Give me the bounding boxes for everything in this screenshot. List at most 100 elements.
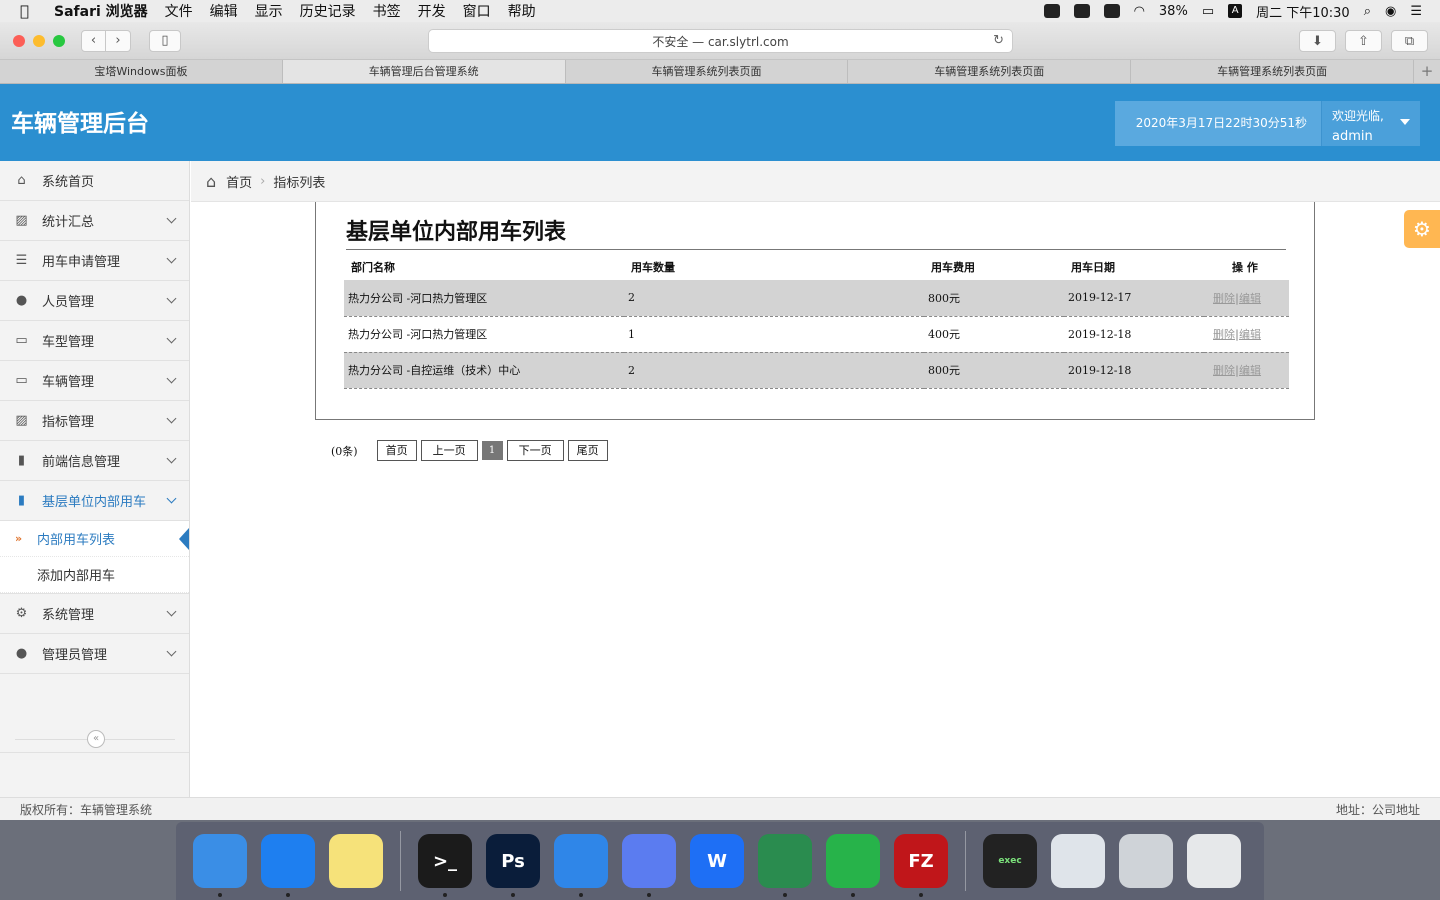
- sidebar-item-label: 指标管理: [42, 415, 95, 430]
- settings-button[interactable]: ⚙: [1404, 210, 1440, 248]
- page-footer: 版权所有：车辆管理系统 地址：公司地址: [0, 797, 1440, 820]
- wechat-status-icon[interactable]: [1043, 4, 1060, 18]
- notes-icon[interactable]: [329, 834, 383, 888]
- tab-list-page-1[interactable]: 车辆管理系统列表页面: [566, 60, 849, 83]
- sidebar-item-label: 系统管理: [42, 608, 95, 623]
- exec-icon[interactable]: exec: [983, 834, 1037, 888]
- window-thumb-icon[interactable]: [1051, 834, 1105, 888]
- sidebar-item-home[interactable]: ⌂ 系统首页: [0, 161, 189, 201]
- dock-icon-label: exec: [998, 856, 1022, 866]
- last-page-button[interactable]: 尾页: [567, 440, 608, 461]
- chevron-down-icon: [166, 646, 177, 657]
- tab-list-page-2[interactable]: 车辆管理系统列表页面: [848, 60, 1132, 83]
- chevron-down-icon: [166, 333, 177, 344]
- edit-link[interactable]: 编辑: [1239, 364, 1261, 377]
- submenu-item-add-internal-car[interactable]: 添加内部用车: [0, 557, 189, 593]
- cogs-icon: ⚙: [15, 606, 28, 621]
- delete-link[interactable]: 删除: [1213, 328, 1235, 341]
- wifi-icon[interactable]: ◠: [1134, 4, 1145, 19]
- cell-cost: 400元: [924, 316, 1064, 353]
- spotlight-search-icon[interactable]: ⌕: [1364, 4, 1371, 19]
- filezilla-icon[interactable]: FZ: [894, 834, 948, 897]
- android-studio-icon[interactable]: [758, 834, 812, 897]
- apple-icon[interactable]: : [20, 2, 38, 20]
- cell-cost: 800元: [924, 352, 1064, 389]
- vpn-status-icon[interactable]: [1103, 4, 1120, 18]
- delete-link[interactable]: 删除: [1213, 364, 1235, 377]
- breadcrumb: ⌂ 首页 › 指标列表: [191, 161, 1440, 202]
- breadcrumb-home-link[interactable]: 首页: [226, 172, 252, 191]
- sidebar-item-indicators[interactable]: ▨ 指标管理: [0, 401, 189, 441]
- next-page-button[interactable]: 下一页: [506, 440, 564, 461]
- sidebar-item-car-models[interactable]: ▭ 车型管理: [0, 321, 189, 361]
- cell-cost: 800元: [924, 280, 1064, 317]
- delete-link[interactable]: 删除: [1213, 292, 1235, 305]
- menu-file[interactable]: 文件: [165, 1, 193, 21]
- sidebar-item-car-requests[interactable]: ☰ 用车申请管理: [0, 241, 189, 281]
- input-source-icon[interactable]: A: [1228, 4, 1243, 18]
- menubar-clock[interactable]: 周二 下午10:30: [1256, 2, 1350, 21]
- battery-percent[interactable]: 38%: [1159, 4, 1188, 19]
- photoshop-icon[interactable]: Ps: [486, 834, 540, 897]
- new-tab-button[interactable]: +: [1414, 60, 1440, 83]
- menu-window[interactable]: 窗口: [463, 1, 491, 21]
- menu-develop[interactable]: 开发: [418, 1, 446, 21]
- edit-link[interactable]: 编辑: [1239, 292, 1261, 305]
- cell-date: 2019-12-18: [1064, 352, 1204, 389]
- xcode-icon[interactable]: [554, 834, 608, 897]
- sidebar-item-frontend-info[interactable]: ▮ 前端信息管理: [0, 441, 189, 481]
- sidebar-toggle-button[interactable]: ▯: [149, 29, 181, 52]
- tab-list-page-3[interactable]: 车辆管理系统列表页面: [1131, 60, 1414, 83]
- dock-separator: [400, 831, 401, 891]
- window-thumb-icon[interactable]: [1119, 834, 1173, 888]
- siri-icon[interactable]: ◉: [1385, 4, 1396, 19]
- cell-actions: 删除|编辑: [1204, 316, 1289, 353]
- cell-date: 2019-12-18: [1064, 316, 1204, 353]
- address-bar[interactable]: 不安全 — car.slytrl.com ↻: [428, 29, 1013, 53]
- user-menu-button[interactable]: 欢迎光临, admin: [1321, 101, 1420, 146]
- zoom-window-button[interactable]: [53, 34, 65, 47]
- app-title[interactable]: 车辆管理后台: [11, 104, 149, 138]
- first-page-button[interactable]: 首页: [376, 440, 417, 461]
- battery-icon[interactable]: ▭: [1202, 4, 1214, 19]
- wps-icon[interactable]: W: [690, 834, 744, 888]
- sidebar-item-admins[interactable]: ● 管理员管理: [0, 634, 189, 674]
- terminal-icon[interactable]: >_: [418, 834, 472, 897]
- notification-center-icon[interactable]: ☰: [1410, 4, 1422, 19]
- reload-icon[interactable]: ↻: [993, 33, 1004, 48]
- lark-status-icon[interactable]: [1073, 4, 1090, 18]
- safari-icon[interactable]: [261, 834, 315, 897]
- current-page-number[interactable]: 1: [481, 441, 503, 460]
- address-text-footer: 地址：公司地址: [1335, 802, 1420, 817]
- sidebar-item-personnel[interactable]: ● 人员管理: [0, 281, 189, 321]
- sidebar-item-internal-cars[interactable]: ▮ 基层单位内部用车: [0, 481, 189, 521]
- prev-page-button[interactable]: 上一页: [420, 440, 478, 461]
- tab-admin-system[interactable]: 车辆管理后台管理系统: [282, 60, 566, 83]
- menu-app-name[interactable]: Safari 浏览器: [54, 1, 148, 21]
- cell-dept: 热力分公司 -河口热力管理区: [344, 280, 624, 317]
- tab-overview-button[interactable]: ⧉: [1391, 30, 1428, 52]
- wechat-icon[interactable]: [826, 834, 880, 897]
- trash-icon[interactable]: [1187, 834, 1241, 888]
- sidebar-item-vehicles[interactable]: ▭ 车辆管理: [0, 361, 189, 401]
- sidebar-item-label: 车型管理: [42, 335, 95, 350]
- sidebar-item-statistics[interactable]: ▨ 统计汇总: [0, 201, 189, 241]
- finder-icon[interactable]: [193, 834, 247, 897]
- sidebar-item-system[interactable]: ⚙ 系统管理: [0, 594, 189, 634]
- tab-baota[interactable]: 宝塔Windows面板: [0, 60, 283, 83]
- close-window-button[interactable]: [13, 34, 25, 47]
- menu-history[interactable]: 历史记录: [300, 1, 356, 21]
- menu-view[interactable]: 显示: [255, 1, 283, 21]
- edit-link[interactable]: 编辑: [1239, 328, 1261, 341]
- collapse-sidebar-button[interactable]: «: [87, 730, 105, 748]
- menu-edit[interactable]: 编辑: [210, 1, 238, 21]
- back-button[interactable]: ‹: [81, 29, 106, 52]
- lark-icon[interactable]: [622, 834, 676, 897]
- menu-help[interactable]: 帮助: [508, 1, 536, 21]
- forward-button[interactable]: ›: [106, 29, 131, 52]
- downloads-button[interactable]: ⬇: [1299, 30, 1336, 52]
- menu-bookmarks[interactable]: 书签: [373, 1, 401, 21]
- share-button[interactable]: ⇧: [1345, 30, 1382, 52]
- minimize-window-button[interactable]: [33, 34, 45, 47]
- submenu-item-internal-car-list[interactable]: » 内部用车列表: [0, 521, 189, 557]
